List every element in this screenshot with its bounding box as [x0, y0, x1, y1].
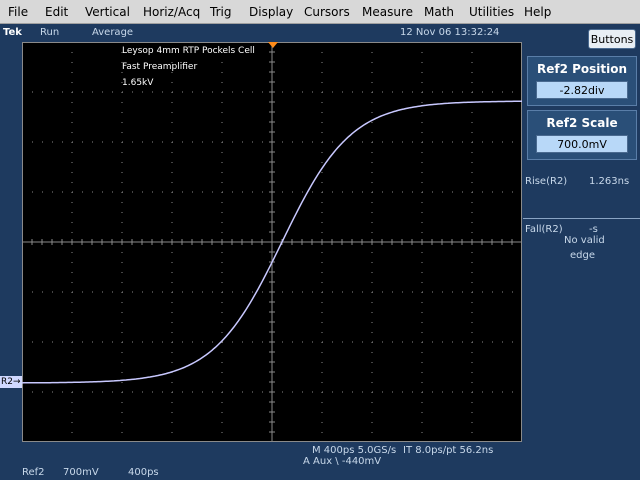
- menu-vertical[interactable]: Vertical: [85, 5, 130, 19]
- ref2-scale-field[interactable]: 700.0mV: [536, 135, 628, 153]
- menu-measure[interactable]: Measure: [362, 5, 413, 19]
- side-panel: Ref2 Position -2.82div Ref2 Scale 700.0m…: [523, 52, 640, 442]
- brand-label: Tek: [3, 27, 22, 38]
- r2-marker-label: R2: [1, 377, 13, 387]
- annotation-line-2: Fast Preamplifier: [122, 62, 198, 72]
- ref-time-readout: 400ps: [128, 467, 159, 478]
- ref-channel-label: Ref2: [22, 467, 45, 478]
- status-bar: Tek Run Average 12 Nov 06 13:32:24: [0, 25, 640, 42]
- measurement-divider: [523, 218, 640, 219]
- ref2-scale-title: Ref2 Scale: [546, 116, 618, 130]
- menu-cursors[interactable]: Cursors: [304, 5, 350, 19]
- trigger-position-marker[interactable]: [268, 42, 278, 48]
- trigger-readout: A Aux \ -440mV: [303, 456, 382, 467]
- rise-label: Rise(R2): [525, 176, 568, 187]
- fall-message-1: No valid: [564, 235, 605, 246]
- menu-bar: File Edit Vertical Horiz/Acq Trig Displa…: [0, 0, 640, 24]
- menu-help[interactable]: Help: [524, 5, 551, 19]
- ref-scale-readout: 700mV: [63, 467, 99, 478]
- run-state: Run: [40, 27, 60, 38]
- ref2-scale-box: Ref2 Scale 700.0mV: [527, 110, 637, 160]
- rise-value: 1.263ns: [589, 176, 630, 187]
- r2-reference-marker[interactable]: R2→: [0, 376, 22, 388]
- arrow-right-icon: →: [12, 377, 21, 387]
- menu-display[interactable]: Display: [249, 5, 293, 19]
- fall-value: -s: [589, 224, 598, 235]
- graticule: [22, 42, 522, 442]
- menu-file[interactable]: File: [8, 5, 28, 19]
- datetime: 12 Nov 06 13:32:24: [400, 27, 500, 38]
- waveform-display[interactable]: [22, 42, 522, 442]
- menu-trig[interactable]: Trig: [210, 5, 231, 19]
- annotation-line-1: Leysop 4mm RTP Pockels Cell: [122, 46, 255, 56]
- buttons-button[interactable]: Buttons: [588, 29, 636, 49]
- ref2-position-field[interactable]: -2.82div: [536, 81, 628, 99]
- fall-label: Fall(R2): [525, 224, 563, 235]
- acq-mode: Average: [92, 27, 134, 38]
- menu-edit[interactable]: Edit: [45, 5, 68, 19]
- interp-readout: IT 8.0ps/pt 56.2ns: [403, 445, 494, 456]
- menu-horiz-acq[interactable]: Horiz/Acq: [143, 5, 200, 19]
- menu-utilities[interactable]: Utilities: [469, 5, 514, 19]
- timebase-readout: M 400ps 5.0GS/s: [312, 445, 397, 456]
- fall-message-2: edge: [570, 250, 595, 261]
- ref2-position-box: Ref2 Position -2.82div: [527, 56, 637, 106]
- menu-math[interactable]: Math: [424, 5, 454, 19]
- ref2-position-title: Ref2 Position: [536, 62, 628, 76]
- annotation-line-3: 1.65kV: [122, 78, 154, 88]
